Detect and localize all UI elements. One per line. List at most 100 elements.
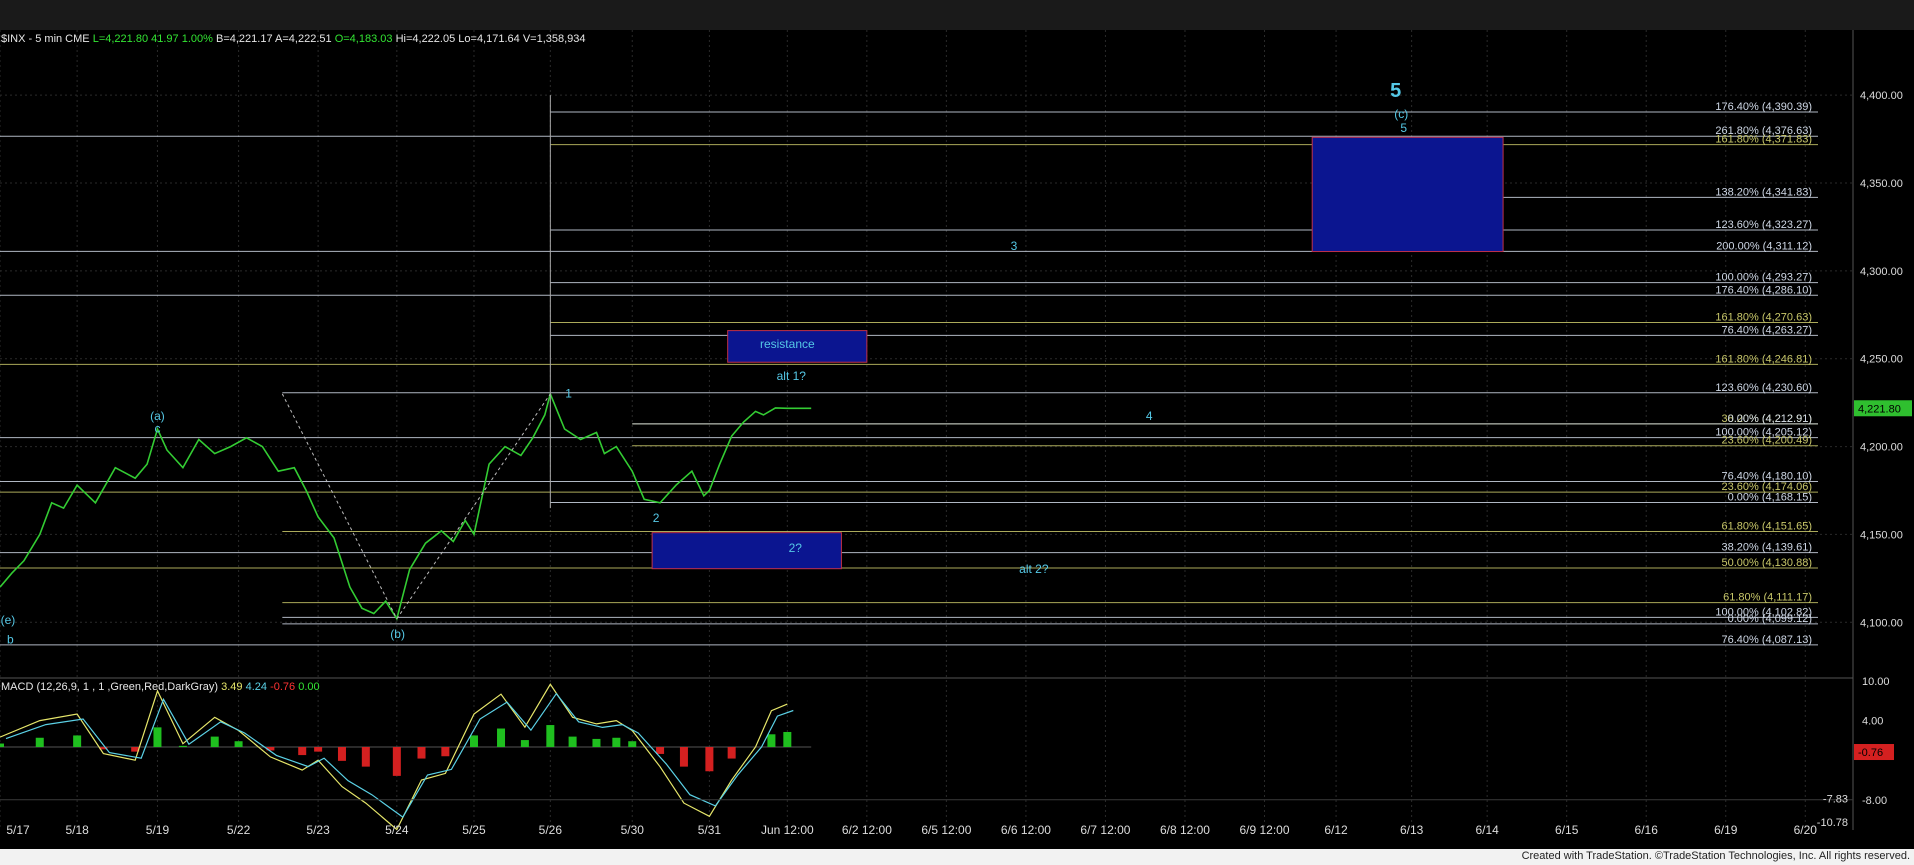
y-tick-label: 4,400.00 [1860, 90, 1903, 102]
footer-bar: Created with TradeStation. ©TradeStation… [0, 849, 1914, 865]
wave-label: (b) [390, 627, 405, 641]
macd-histogram-bar [727, 747, 736, 759]
macd-signal: 4.24 [245, 681, 267, 693]
macd-histogram-bar [361, 747, 370, 767]
fib-level-label: 38.20% (4,139.61) [1721, 542, 1812, 554]
macd-tick-label: 10.00 [1862, 676, 1890, 688]
macd-histogram-bar [441, 747, 450, 757]
macd-value: 3.49 [221, 681, 243, 693]
x-tick-label: 6/6 12:00 [1001, 823, 1051, 837]
macd-histogram-bar [178, 745, 187, 747]
ask-price: A=4,222.51 [275, 33, 332, 45]
macd-histogram-bar [705, 747, 714, 772]
macd-histogram-bar [592, 738, 601, 747]
macd-histogram-bar [546, 725, 555, 747]
macd-marker-label: -10.78 [1817, 817, 1848, 829]
x-tick-label: 6/12 [1324, 823, 1348, 837]
net-change-pct: 1.00% [181, 33, 213, 45]
macd-zero: 0.00 [298, 681, 320, 693]
y-tick-label: 4,200.00 [1860, 442, 1903, 454]
fib-level-label: 61.80% (4,111.17) [1723, 592, 1812, 604]
target-box [1311, 136, 1504, 253]
macd-histogram-bar [679, 747, 688, 767]
fib-level-label: 123.60% (4,230.60) [1715, 382, 1812, 394]
fib-level-label: 123.60% (4,323.27) [1715, 219, 1812, 231]
last-price-label: 4,221.80 [1858, 403, 1901, 415]
last-price: L=4,221.80 [92, 33, 149, 45]
x-tick-label: 5/24 [385, 823, 409, 837]
fib-level-label: 0.00% (4,099.12) [1728, 613, 1812, 625]
x-tick-label: 5/25 [462, 823, 486, 837]
macd-histogram-bar [210, 736, 219, 747]
x-tick-label: 5/26 [539, 823, 563, 837]
macd-histogram-bar [337, 747, 346, 761]
wave-label: 3 [1011, 239, 1018, 253]
macd-histogram-bar [234, 741, 243, 747]
x-tick-label: 6/14 [1475, 823, 1499, 837]
x-tick-label: 6/7 12:00 [1080, 823, 1130, 837]
wave-label: alt 1? [777, 369, 807, 383]
x-tick-label: 6/8 12:00 [1160, 823, 1210, 837]
macd-histogram-bar [520, 740, 529, 747]
macd-tick-label: -8.00 [1862, 795, 1887, 807]
macd-tick-label: 4.00 [1862, 716, 1883, 728]
x-tick-label: 6/19 [1714, 823, 1738, 837]
x-tick-label: 6/16 [1635, 823, 1659, 837]
wave-label: 2? [789, 541, 803, 555]
y-tick-label: 4,100.00 [1860, 617, 1903, 629]
fib-level-label: 23.60% (4,200.49) [1721, 435, 1812, 447]
macd-histogram: -0.76 [270, 681, 296, 693]
wave-label: 4 [1146, 409, 1153, 423]
fib-level-label: 161.80% (4,371.83) [1715, 134, 1812, 146]
symbol-label: $INX - 5 min CME [1, 33, 90, 45]
x-tick-label: 5/22 [227, 823, 251, 837]
y-tick-label: 4,250.00 [1860, 354, 1903, 366]
macd-histogram-bar [656, 747, 665, 754]
macd-histogram-bar [73, 735, 82, 747]
macd-histogram-bar [497, 728, 506, 747]
x-tick-label: 5/17 [6, 823, 30, 837]
macd-histogram-bar [783, 731, 792, 747]
x-tick-label: 6/2 12:00 [842, 823, 892, 837]
y-tick-label: 4,350.00 [1860, 178, 1903, 190]
x-tick-label: Jun 12:00 [761, 823, 814, 837]
macd-histogram-bar [392, 747, 401, 776]
open-price: O=4,183.03 [334, 33, 393, 45]
chart-header: $INX - 5 min CME L=4,221.80 41.97 1.00% … [1, 33, 586, 45]
fib-level-label: 100.00% (4,293.27) [1715, 272, 1812, 284]
macd-header: MACD (12,26,9, 1 , 1 ,Green,Red,DarkGray… [1, 681, 320, 693]
bid-price: B=4,221.17 [216, 33, 273, 45]
macd-histogram-bar [628, 741, 637, 747]
high-price: Hi=4,222.05 [395, 33, 456, 45]
macd-histogram-bar [767, 734, 776, 747]
x-tick-label: 6/15 [1555, 823, 1579, 837]
x-tick-label: 5/18 [65, 823, 89, 837]
fib-level-label: 0.00% (4,168.15) [1728, 492, 1812, 504]
volume: V=1,358,934 [522, 33, 586, 45]
wave-label: 1 [565, 386, 572, 400]
macd-histogram-bar [417, 747, 426, 759]
wave-label: alt 2? [1019, 562, 1049, 576]
macd-label: MACD (12,26,9, 1 , 1 ,Green,Red,DarkGray… [1, 681, 219, 693]
wave-label: (c) [1394, 107, 1408, 121]
macd-histogram-bar [469, 735, 478, 747]
macd-marker-label: -0.76 [1858, 747, 1883, 759]
x-tick-label: 6/9 12:00 [1239, 823, 1289, 837]
fib-level-label: 138.20% (4,341.83) [1715, 186, 1812, 198]
wave-label: c [154, 422, 160, 436]
x-tick-label: 6/20 [1794, 823, 1818, 837]
macd-marker-label: -7.83 [1823, 794, 1848, 806]
x-tick-label: 5/19 [146, 823, 170, 837]
macd-histogram-bar [0, 743, 4, 747]
macd-histogram-bar [298, 747, 307, 756]
fib-level-label: 161.80% (4,270.63) [1715, 311, 1812, 323]
low-price: Lo=4,171.64 [458, 33, 520, 45]
wave-label: 5 [1400, 121, 1407, 135]
macd-histogram-bar [612, 737, 621, 747]
price-chart[interactable]: 176.40% (4,390.39)261.80% (4,376.63)161.… [0, 0, 1914, 865]
wave-label: resistance [760, 337, 815, 351]
fib-level-label: 161.80% (4,246.81) [1715, 353, 1812, 365]
y-tick-label: 4,150.00 [1860, 529, 1903, 541]
copyright-text: Created with TradeStation. ©TradeStation… [1521, 850, 1910, 862]
alt2-box [651, 532, 842, 570]
